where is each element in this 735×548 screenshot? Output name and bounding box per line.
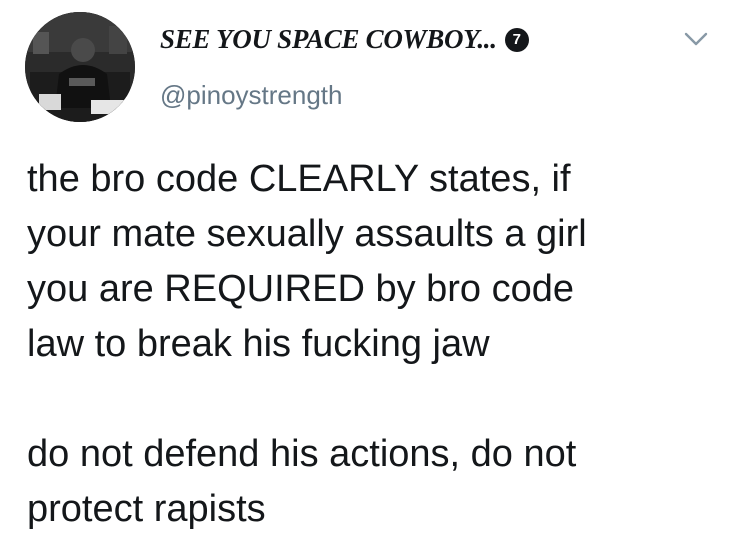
tweet-paragraph: do not defend his actions, do not protec…: [27, 433, 577, 530]
chevron-down-icon-glyph: [684, 32, 708, 46]
tweet-paragraph: the bro code CLEARLY states, if your mat…: [27, 158, 587, 365]
user-handle[interactable]: @pinoystrength: [160, 80, 343, 111]
avatar[interactable]: [25, 12, 135, 122]
badge: 7: [504, 27, 529, 52]
display-name-text: SEE YOU SPACE COWBOY...: [160, 24, 497, 54]
tweet-text: the bro code CLEARLY states, if your mat…: [27, 152, 727, 537]
avatar-image: [25, 12, 135, 122]
display-name[interactable]: SEE YOU SPACE COWBOY... 7: [160, 24, 529, 55]
chevron-down-icon[interactable]: [683, 30, 709, 48]
